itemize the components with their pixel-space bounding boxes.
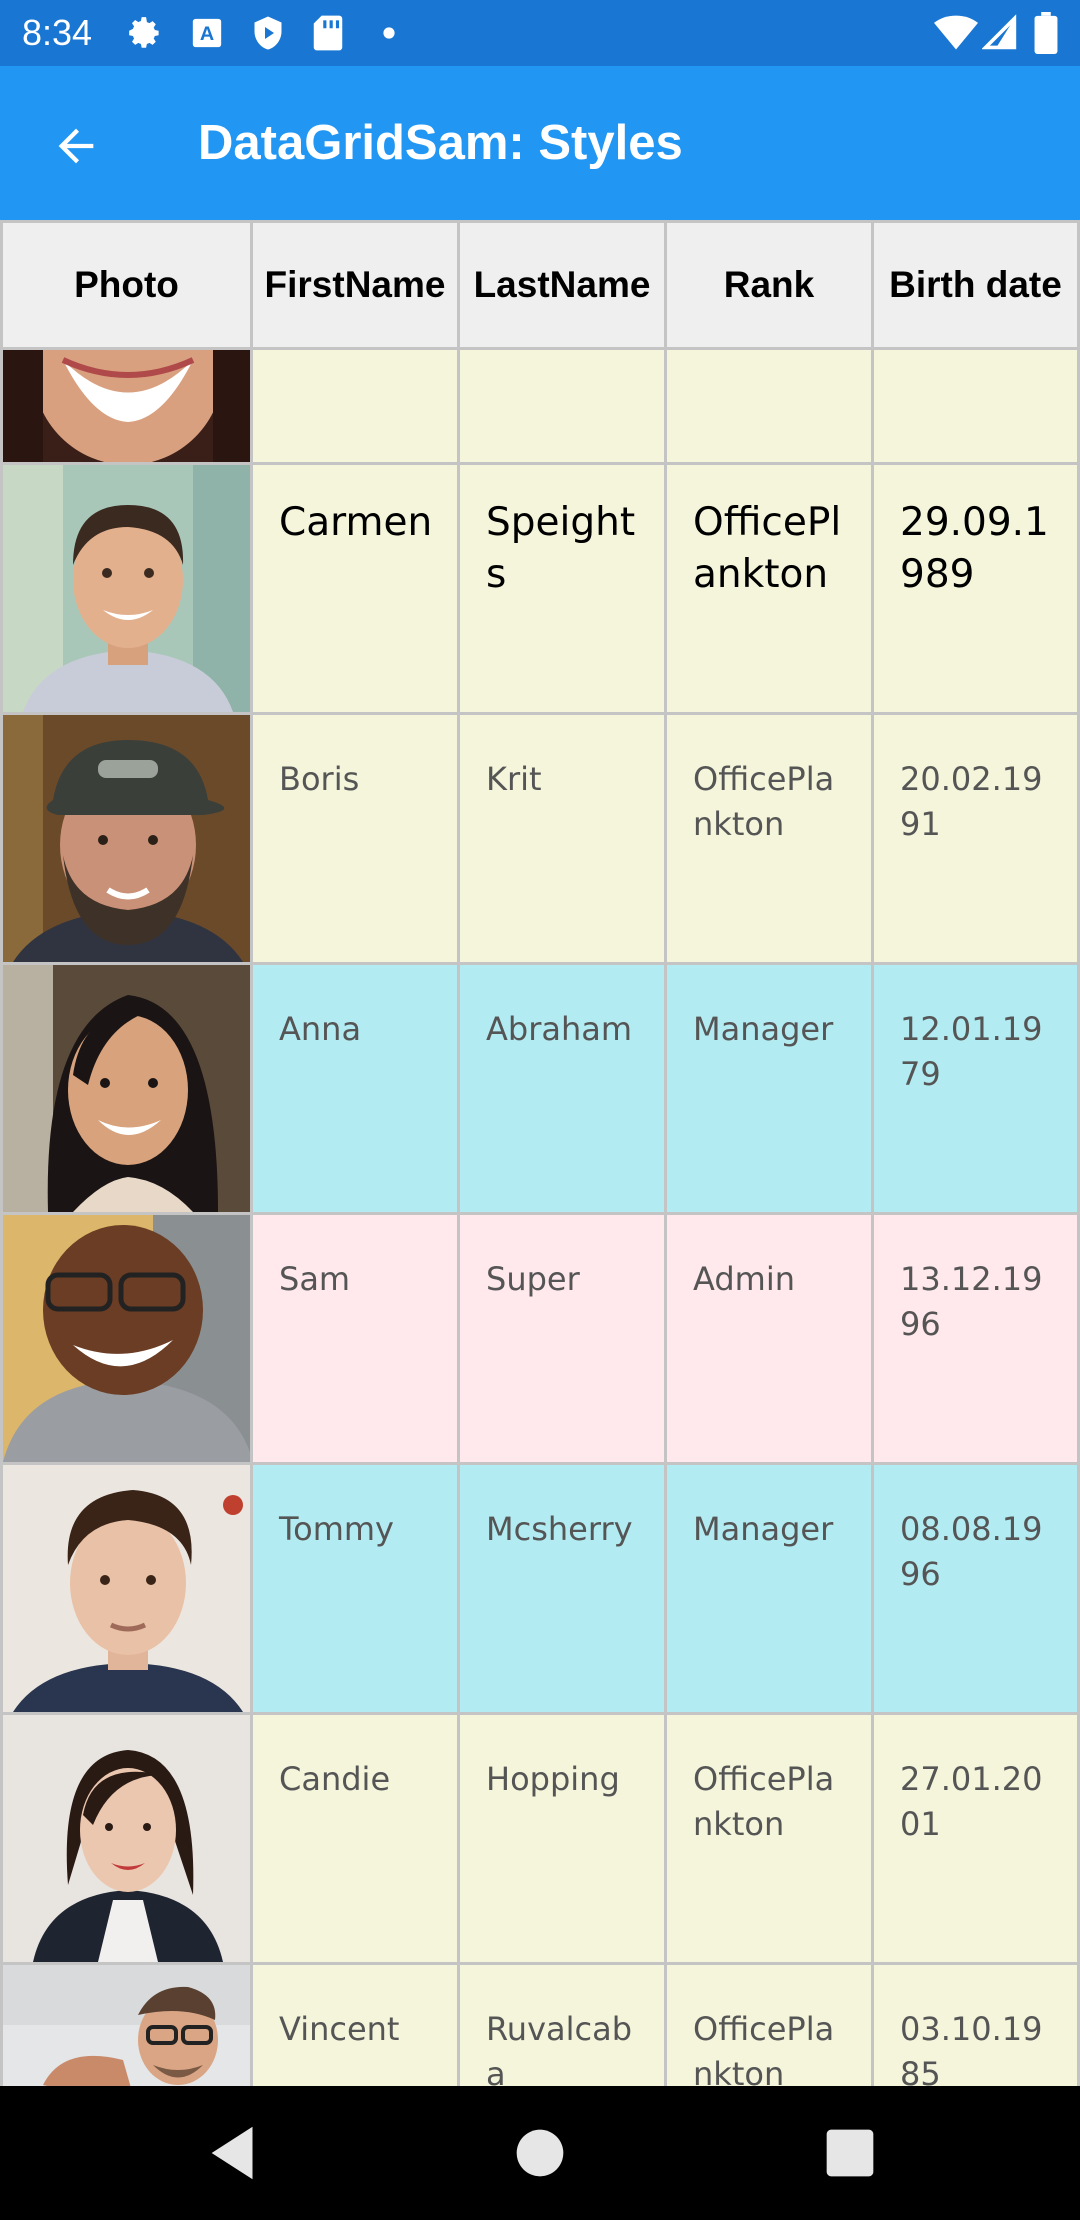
wifi-icon bbox=[934, 15, 978, 50]
photo-cell bbox=[0, 1215, 253, 1465]
cell-lastname bbox=[460, 350, 667, 465]
photo-cell bbox=[0, 1465, 253, 1715]
column-header-rank[interactable]: Rank bbox=[667, 220, 874, 350]
table-row[interactable]: Sam Super Admin 13.12.1996 bbox=[0, 1215, 1080, 1465]
cell-lastname: Krit bbox=[460, 715, 667, 965]
cell-birth-date: 29.09.1989 bbox=[874, 465, 1080, 715]
svg-text:A: A bbox=[200, 23, 214, 45]
young-man-photo bbox=[3, 465, 250, 712]
cell-birth-date: 08.08.1996 bbox=[874, 1465, 1080, 1715]
photo-cell bbox=[0, 965, 253, 1215]
cell-rank: Manager bbox=[667, 965, 874, 1215]
status-bar: 8:34 A bbox=[0, 0, 1080, 66]
woman-smiling-photo bbox=[3, 350, 250, 462]
cell-birth-date: 27.01.2001 bbox=[874, 1715, 1080, 1965]
cell-firstname bbox=[253, 350, 460, 465]
cell-firstname: Anna bbox=[253, 965, 460, 1215]
cell-firstname: Candie bbox=[253, 1715, 460, 1965]
battery-icon bbox=[1034, 12, 1058, 54]
cell-firstname: Sam bbox=[253, 1215, 460, 1465]
man-glasses-photo bbox=[3, 1965, 250, 2086]
photo-cell bbox=[0, 350, 253, 465]
sd-card-icon bbox=[313, 15, 343, 51]
cell-rank: OfficePlankton bbox=[667, 1715, 874, 1965]
table-row[interactable]: Boris Krit OfficePlankton 20.02.1991 bbox=[0, 715, 1080, 965]
data-grid[interactable]: Photo FirstName LastName Rank Birth date bbox=[0, 220, 1080, 2086]
cell-birth-date: 20.02.1991 bbox=[874, 715, 1080, 965]
table-row[interactable] bbox=[0, 350, 1080, 465]
column-header-photo[interactable]: Photo bbox=[0, 220, 253, 350]
cell-lastname: Speights bbox=[460, 465, 667, 715]
photo-cell bbox=[0, 1715, 253, 1965]
back-triangle-icon[interactable] bbox=[200, 2118, 270, 2188]
recents-square-icon[interactable] bbox=[815, 2118, 885, 2188]
play-protect-icon bbox=[254, 16, 282, 50]
table-row[interactable]: Vincent Ruvalcaba OfficePlankton 03.10.1… bbox=[0, 1965, 1080, 2086]
cell-birth-date: 13.12.1996 bbox=[874, 1215, 1080, 1465]
cell-firstname: Carmen bbox=[253, 465, 460, 715]
status-time: 8:34 bbox=[22, 12, 93, 53]
cell-birth-date: 03.10.1985 bbox=[874, 1965, 1080, 2086]
dot-icon bbox=[383, 27, 395, 39]
cell-rank: Admin bbox=[667, 1215, 874, 1465]
a-text-icon: A bbox=[192, 18, 222, 48]
woman-long-hair-photo bbox=[3, 965, 250, 1212]
man-slick-hair-photo bbox=[3, 1465, 250, 1712]
cell-lastname: Ruvalcaba bbox=[460, 1965, 667, 2086]
table-row[interactable]: Tommy Mcsherry Manager 08.08.1996 bbox=[0, 1465, 1080, 1715]
bearded-man-cap-photo bbox=[3, 715, 250, 962]
arrow-back-icon bbox=[58, 128, 94, 164]
man-glasses-laughing-photo bbox=[3, 1215, 250, 1462]
cell-rank bbox=[667, 350, 874, 465]
cell-lastname: Hopping bbox=[460, 1715, 667, 1965]
cell-rank: OfficePlankton bbox=[667, 465, 874, 715]
table-row[interactable]: Carmen Speights OfficePlankton 29.09.198… bbox=[0, 465, 1080, 715]
settings-icon bbox=[129, 17, 159, 48]
grid-header: Photo FirstName LastName Rank Birth date bbox=[0, 220, 1080, 350]
table-row[interactable]: Candie Hopping OfficePlankton 27.01.2001 bbox=[0, 1715, 1080, 1965]
cell-firstname: Vincent bbox=[253, 1965, 460, 2086]
photo-cell bbox=[0, 715, 253, 965]
cell-birth-date: 12.01.1979 bbox=[874, 965, 1080, 1215]
cell-lastname: Abraham bbox=[460, 965, 667, 1215]
cell-rank: OfficePlankton bbox=[667, 1965, 874, 2086]
column-header-firstname[interactable]: FirstName bbox=[253, 220, 460, 350]
column-header-lastname[interactable]: LastName bbox=[460, 220, 667, 350]
navigation-bar bbox=[0, 2086, 1080, 2220]
cell-signal-icon bbox=[982, 14, 1017, 50]
table-row[interactable]: Anna Abraham Manager 12.01.1979 bbox=[0, 965, 1080, 1215]
back-button[interactable] bbox=[36, 106, 116, 186]
cell-rank: OfficePlankton bbox=[667, 715, 874, 965]
page-title: DataGridSam: Styles bbox=[198, 116, 683, 170]
cell-lastname: Mcsherry bbox=[460, 1465, 667, 1715]
column-header-birth-date[interactable]: Birth date bbox=[874, 220, 1080, 350]
photo-cell bbox=[0, 465, 253, 715]
cell-firstname: Boris bbox=[253, 715, 460, 965]
woman-dark-hair-photo bbox=[3, 1715, 250, 1962]
cell-lastname: Super bbox=[460, 1215, 667, 1465]
home-circle-icon[interactable] bbox=[505, 2118, 575, 2188]
app-bar: DataGridSam: Styles bbox=[0, 66, 1080, 220]
cell-firstname: Tommy bbox=[253, 1465, 460, 1715]
cell-birth-date bbox=[874, 350, 1080, 465]
photo-cell bbox=[0, 1965, 253, 2086]
cell-rank: Manager bbox=[667, 1465, 874, 1715]
